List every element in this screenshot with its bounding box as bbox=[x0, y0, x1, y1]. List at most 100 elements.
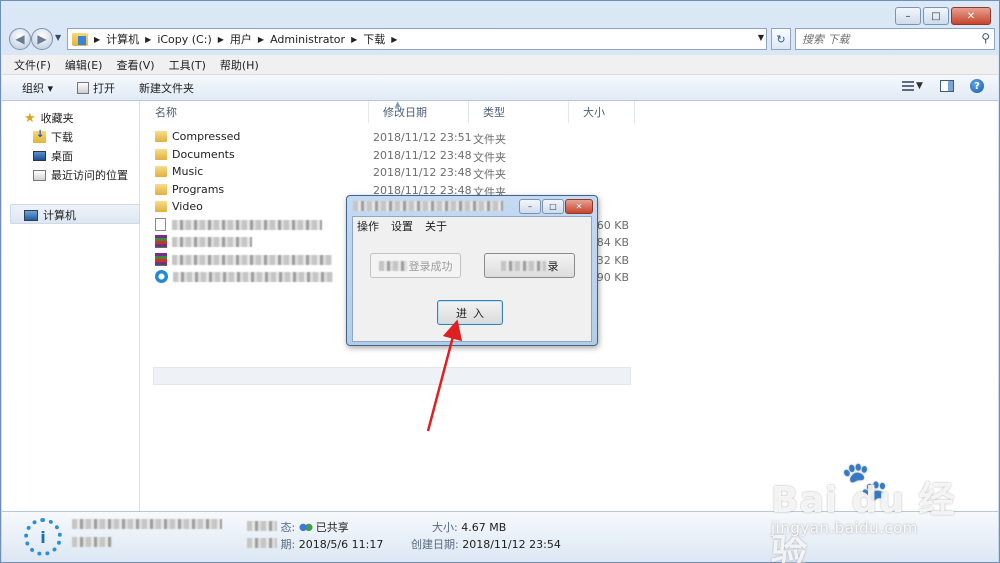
breadcrumb-computer[interactable]: 计算机 bbox=[106, 31, 139, 47]
breadcrumb-users[interactable]: 用户 bbox=[230, 31, 252, 47]
back-button[interactable]: ◀ bbox=[9, 28, 31, 50]
login-success-label: 登录成功 bbox=[408, 259, 453, 273]
address-bar[interactable]: ▶ 计算机 ▶ iCopy (C:) ▶ 用户 ▶ Administrator … bbox=[67, 28, 767, 50]
blurred-filename bbox=[172, 254, 332, 265]
chevron-down-icon: ▼ bbox=[916, 81, 923, 91]
file-type: 文件夹 bbox=[473, 133, 506, 146]
search-input[interactable]: 搜索 下载 ⚲ bbox=[795, 28, 995, 50]
maximize-button[interactable]: □ bbox=[923, 7, 949, 25]
menu-view[interactable]: 查看(V) bbox=[116, 57, 154, 73]
dialog-body: 操作 设置 关于 登录成功 录 进入 bbox=[352, 216, 592, 342]
help-icon[interactable]: ? bbox=[970, 79, 984, 93]
sidebar-label: 收藏夹 bbox=[40, 112, 74, 125]
chevron-right-icon[interactable]: ▶ bbox=[94, 35, 100, 44]
menu-file[interactable]: 文件(F) bbox=[14, 57, 51, 73]
command-bar: 组织 ▾ 打开 新建文件夹 ▼ ? bbox=[2, 75, 998, 101]
search-icon[interactable]: ⚲ bbox=[981, 31, 990, 45]
refresh-button[interactable]: ↻ bbox=[771, 28, 791, 50]
menu-tools[interactable]: 工具(T) bbox=[169, 57, 206, 73]
close-button[interactable]: ✕ bbox=[951, 7, 991, 25]
dialog-menu: 操作 设置 关于 bbox=[355, 218, 447, 234]
file-row-documents[interactable]: Documents bbox=[155, 146, 235, 163]
file-name: Music bbox=[172, 165, 204, 178]
navigation-pane: ★ 收藏夹 下载 桌面 最近访问的位置 计算机 bbox=[2, 101, 140, 511]
breadcrumb-administrator[interactable]: Administrator bbox=[270, 33, 345, 46]
column-name[interactable]: 名称 bbox=[141, 101, 369, 123]
file-row-blurred[interactable] bbox=[155, 233, 252, 250]
login-success-button[interactable]: 登录成功 bbox=[370, 253, 461, 278]
chevron-right-icon[interactable]: ▶ bbox=[145, 35, 151, 44]
chevron-right-icon[interactable]: ▶ bbox=[391, 35, 397, 44]
modified-label: 期: bbox=[280, 538, 296, 551]
enter-button[interactable]: 进入 bbox=[437, 300, 503, 325]
file-row-video[interactable]: Video bbox=[155, 198, 203, 215]
star-icon: ★ bbox=[24, 110, 36, 126]
created-label: 创建日期: bbox=[411, 538, 459, 551]
chevron-right-icon[interactable]: ▶ bbox=[258, 35, 264, 44]
preview-pane-icon[interactable] bbox=[940, 80, 954, 92]
chevron-right-icon[interactable]: ▶ bbox=[218, 35, 224, 44]
column-type[interactable]: 类型 bbox=[469, 101, 569, 123]
dialog-menu-about[interactable]: 关于 bbox=[425, 218, 447, 234]
file-row-compressed[interactable]: Compressed bbox=[155, 128, 240, 145]
dialog-close-button[interactable]: ✕ bbox=[565, 199, 593, 214]
sidebar-item-recent[interactable]: 最近访问的位置 bbox=[33, 167, 128, 183]
file-row-blurred[interactable] bbox=[155, 216, 322, 233]
file-type: 文件夹 bbox=[473, 151, 506, 164]
search-placeholder: 搜索 下载 bbox=[802, 33, 850, 46]
view-controls: ▼ ? bbox=[902, 79, 984, 93]
sidebar-item-favorites[interactable]: ★ 收藏夹 bbox=[24, 110, 74, 126]
minimize-button[interactable]: – bbox=[895, 7, 921, 25]
file-name: Documents bbox=[172, 148, 235, 161]
sidebar-label: 下载 bbox=[51, 131, 73, 144]
menu-bar: 文件(F) 编辑(E) 查看(V) 工具(T) 帮助(H) bbox=[2, 55, 998, 75]
column-name-label: 名称 bbox=[155, 106, 177, 119]
shared-users-icon bbox=[298, 522, 313, 534]
chevron-right-icon[interactable]: ▶ bbox=[351, 35, 357, 44]
breadcrumb-drive[interactable]: iCopy (C:) bbox=[157, 33, 211, 46]
breadcrumb-downloads[interactable]: 下载 bbox=[363, 31, 385, 47]
application-icon: i bbox=[24, 518, 62, 556]
file-date: 2018/11/12 23:48 bbox=[373, 149, 472, 162]
login-button[interactable]: 录 bbox=[484, 253, 575, 278]
menu-edit[interactable]: 编辑(E) bbox=[65, 57, 103, 73]
file-name: Video bbox=[172, 200, 203, 213]
computer-icon bbox=[24, 209, 38, 221]
dialog-menu-settings[interactable]: 设置 bbox=[391, 218, 413, 234]
archive-icon bbox=[155, 253, 167, 266]
file-row-programs[interactable]: Programs bbox=[155, 181, 224, 198]
watermark-url: jingyan.baidu.com bbox=[771, 519, 918, 537]
open-icon bbox=[77, 81, 90, 94]
size-value: 4.67 MB bbox=[461, 521, 507, 534]
file-type: 文件夹 bbox=[473, 168, 506, 181]
file-row-music[interactable]: Music bbox=[155, 163, 203, 180]
column-size[interactable]: 大小 bbox=[569, 101, 635, 123]
forward-button[interactable]: ▶ bbox=[31, 28, 53, 50]
blurred-filename bbox=[172, 219, 322, 230]
file-row-blurred[interactable] bbox=[155, 251, 332, 268]
blurred-filetype bbox=[72, 537, 112, 550]
organize-button[interactable]: 组织 ▾ bbox=[22, 80, 53, 96]
open-button[interactable]: 打开 bbox=[77, 80, 115, 96]
sidebar-label: 桌面 bbox=[51, 150, 73, 163]
sidebar-item-computer[interactable]: 计算机 bbox=[24, 207, 76, 223]
share-value: 已共享 bbox=[315, 521, 349, 534]
dialog-menu-operate[interactable]: 操作 bbox=[357, 218, 379, 234]
column-modified[interactable]: 修改日期 bbox=[369, 101, 469, 123]
recent-pages-dropdown[interactable]: ▼ bbox=[55, 33, 61, 42]
address-dropdown-icon[interactable]: ▼ bbox=[758, 33, 764, 42]
selected-row-highlight bbox=[153, 367, 631, 385]
file-row-selected-app[interactable] bbox=[155, 268, 333, 285]
change-view-button[interactable]: ▼ bbox=[902, 79, 924, 93]
sidebar-item-desktop[interactable]: 桌面 bbox=[33, 148, 73, 164]
downloads-icon bbox=[33, 129, 46, 143]
dialog-caption-buttons: – □ ✕ bbox=[519, 199, 593, 214]
dialog-title-blurred bbox=[353, 201, 513, 212]
column-type-label: 类型 bbox=[483, 106, 505, 119]
sidebar-label: 计算机 bbox=[43, 209, 76, 222]
new-folder-button[interactable]: 新建文件夹 bbox=[139, 80, 194, 96]
dialog-maximize-button[interactable]: □ bbox=[542, 199, 564, 214]
dialog-minimize-button[interactable]: – bbox=[519, 199, 541, 214]
menu-help[interactable]: 帮助(H) bbox=[220, 57, 259, 73]
sidebar-item-downloads[interactable]: 下载 bbox=[33, 129, 73, 145]
